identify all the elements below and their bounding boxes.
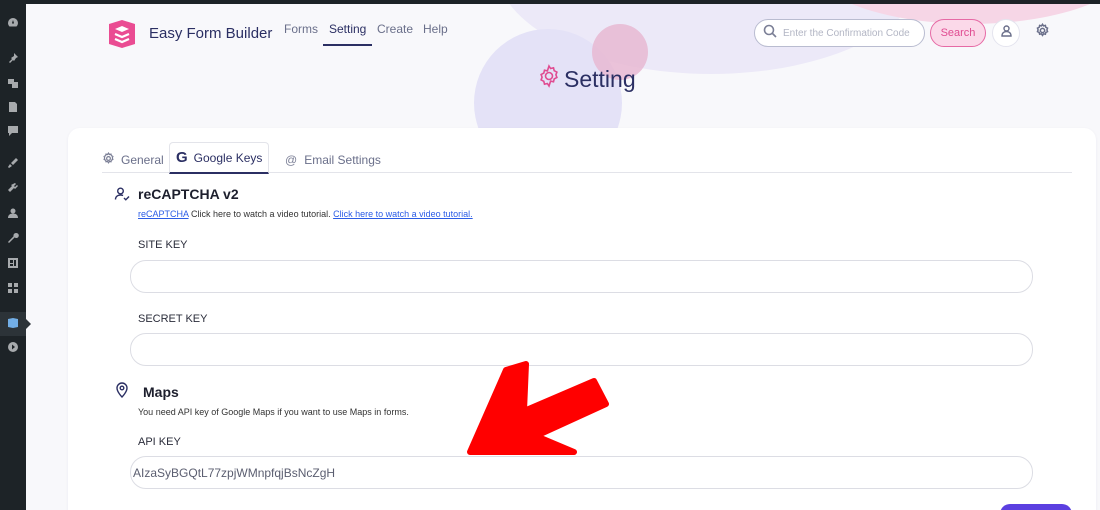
map-pin-icon bbox=[114, 382, 130, 398]
gear-icon bbox=[537, 64, 561, 94]
tab-label: Email Settings bbox=[304, 152, 381, 167]
confirmation-code-search bbox=[754, 19, 925, 47]
plugins-icon[interactable] bbox=[6, 181, 20, 195]
collapse-menu-icon[interactable] bbox=[6, 340, 20, 354]
page-title: Setting bbox=[534, 64, 636, 94]
api-key-label: API KEY bbox=[138, 436, 181, 448]
wp-admin-bar bbox=[0, 0, 1100, 4]
site-key-label: SITE KEY bbox=[138, 239, 188, 251]
recaptcha-title: reCAPTCHA v2 bbox=[138, 186, 239, 202]
user-icon bbox=[1000, 24, 1013, 42]
tools-icon[interactable] bbox=[6, 231, 20, 245]
tab-google-keys[interactable]: G Google Keys bbox=[169, 142, 270, 174]
save-button[interactable] bbox=[1000, 504, 1072, 510]
tab-email-settings[interactable]: @ Email Settings bbox=[285, 146, 381, 173]
nav-tab-forms[interactable]: Forms bbox=[284, 22, 318, 36]
plugin-canvas: Easy Form Builder Forms Setting Create H… bbox=[26, 4, 1100, 510]
appearance-icon[interactable] bbox=[6, 156, 20, 170]
nav-tab-help[interactable]: Help bbox=[423, 22, 448, 36]
recaptcha-help-plain: Click here to watch a video tutorial. bbox=[188, 209, 334, 219]
easy-form-builder-logo[interactable] bbox=[106, 18, 138, 50]
maps-title: Maps bbox=[143, 384, 179, 400]
site-key-field[interactable] bbox=[130, 260, 1033, 293]
red-annotation-arrow bbox=[467, 361, 609, 455]
maps-help-text: You need API key of Google Maps if you w… bbox=[138, 407, 409, 417]
user-check-icon bbox=[114, 186, 130, 202]
pages-icon[interactable] bbox=[6, 100, 20, 114]
nav-tab-setting[interactable]: Setting bbox=[329, 22, 366, 36]
search-button[interactable]: Search bbox=[930, 19, 986, 47]
comments-icon[interactable] bbox=[6, 124, 20, 138]
tab-label: Google Keys bbox=[193, 150, 263, 165]
easy-form-builder-menu-icon[interactable] bbox=[6, 316, 20, 330]
video-tutorial-link[interactable]: Click here to watch a video tutorial. bbox=[333, 209, 473, 219]
wp-admin-sidebar bbox=[0, 0, 31, 510]
blocks-icon[interactable] bbox=[6, 281, 20, 295]
secret-key-label: SECRET KEY bbox=[138, 313, 208, 325]
pin-icon[interactable] bbox=[6, 51, 20, 65]
page-title-text: Setting bbox=[564, 65, 636, 92]
users-icon[interactable] bbox=[6, 206, 20, 220]
gear-icon bbox=[102, 151, 121, 168]
recaptcha-link[interactable]: reCAPTCHA bbox=[138, 209, 189, 219]
nav-tab-create[interactable]: Create bbox=[377, 22, 413, 36]
brand-name: Easy Form Builder bbox=[149, 25, 273, 42]
tab-general[interactable]: General bbox=[102, 146, 164, 173]
settings-button[interactable] bbox=[1028, 19, 1056, 47]
nav-active-underline bbox=[323, 44, 372, 46]
user-button[interactable] bbox=[992, 19, 1020, 47]
dashboard-icon[interactable] bbox=[6, 16, 20, 30]
settings-tabs: General G Google Keys @ Email Settings bbox=[102, 140, 1072, 174]
settings-icon[interactable] bbox=[6, 256, 20, 270]
media-icon[interactable] bbox=[6, 76, 20, 90]
search-icon bbox=[763, 24, 777, 43]
recaptcha-help-text: reCAPTCHA Click here to watch a video tu… bbox=[138, 209, 473, 219]
gear-icon bbox=[1035, 22, 1050, 43]
google-icon: G bbox=[176, 149, 188, 166]
at-icon: @ bbox=[285, 152, 298, 167]
tab-label: General bbox=[121, 152, 164, 167]
confirmation-code-input[interactable] bbox=[783, 27, 918, 39]
